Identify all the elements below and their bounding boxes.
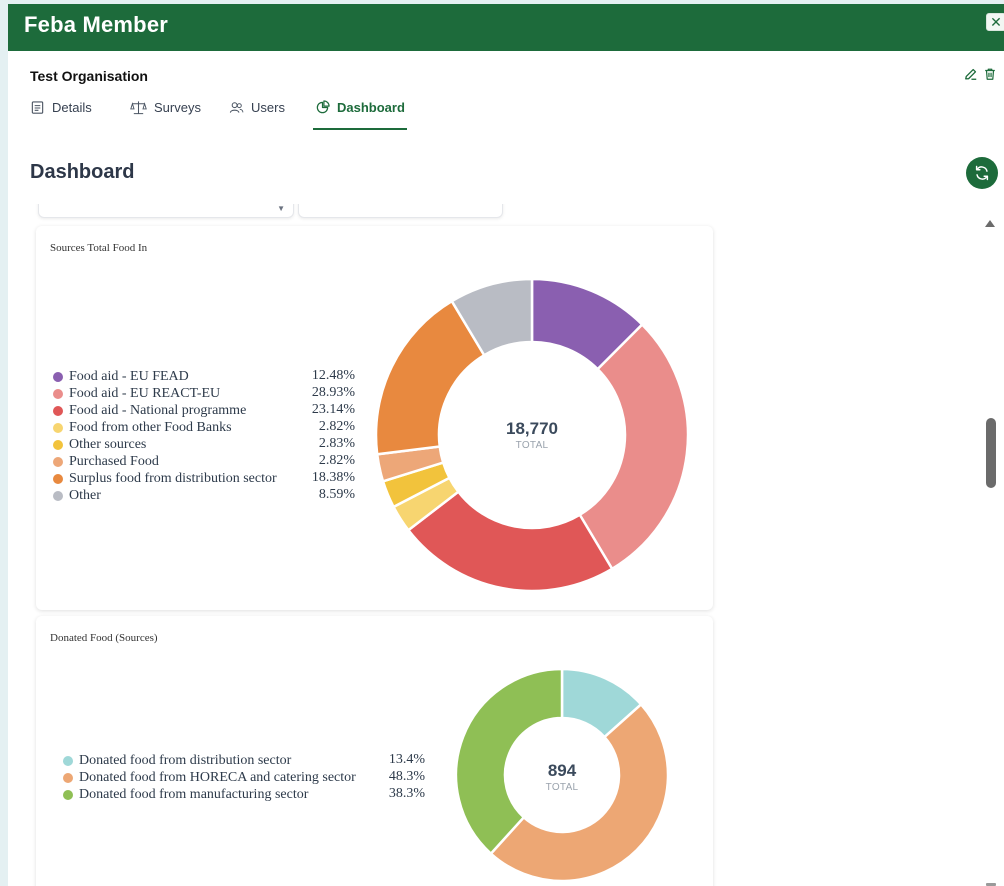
filter-dropdown[interactable]: ▼ xyxy=(38,204,294,218)
scrollbar-thumb[interactable] xyxy=(986,418,996,488)
organisation-actions xyxy=(964,66,997,82)
legend-swatch xyxy=(53,405,63,416)
tab-label: Users xyxy=(251,100,285,115)
legend-percent: 8.59% xyxy=(318,487,355,502)
legend-percent: 48.3% xyxy=(388,769,425,784)
legend-swatch xyxy=(53,456,63,467)
dashboard-scroll-area[interactable]: ▼ Sources Total Food In Food aid - EU FE… xyxy=(8,204,1004,886)
tab-label: Surveys xyxy=(154,100,201,115)
legend-percent: 18.38% xyxy=(311,470,355,485)
legend-percent: 2.83% xyxy=(318,436,355,451)
refresh-icon xyxy=(975,165,989,181)
legend-swatch xyxy=(63,789,73,800)
legend-item: Food aid - National programme 23.14% xyxy=(53,402,355,419)
legend-swatch xyxy=(53,388,63,399)
legend-percent: 13.4% xyxy=(388,752,425,767)
legend-item: Surplus food from distribution sector 18.… xyxy=(53,470,355,487)
legend-item: Food aid - EU FEAD 12.48% xyxy=(53,368,355,385)
legend-label: Other sources xyxy=(69,436,147,452)
scroll-up-arrow-icon[interactable] xyxy=(985,220,995,227)
total-value: 18,770 xyxy=(506,419,558,438)
legend-label: Donated food from HORECA and catering se… xyxy=(79,769,356,785)
tab-label: Dashboard xyxy=(337,100,405,115)
legend-swatch xyxy=(53,439,63,450)
total-value: 894 xyxy=(547,761,577,780)
total-label: TOTAL xyxy=(545,782,579,793)
modal-title: Feba Member xyxy=(24,12,169,37)
legend-label: Food aid - EU REACT-EU xyxy=(69,385,221,401)
feba-member-modal: Feba Member ✕ Test Organisation Details xyxy=(8,4,1004,886)
users-icon xyxy=(229,102,244,113)
legend-item: Food from other Food Banks 2.82% xyxy=(53,419,355,436)
chart-title: Sources Total Food In xyxy=(50,242,148,254)
chevron-down-icon: ▼ xyxy=(277,204,285,213)
edit-icon[interactable] xyxy=(964,66,978,82)
tab-details[interactable]: Details xyxy=(30,96,92,130)
legend-swatch xyxy=(53,473,63,484)
legend-item: Other sources 2.83% xyxy=(53,436,355,453)
refresh-button[interactable] xyxy=(966,157,998,189)
legend-swatch xyxy=(53,371,63,382)
total-label: TOTAL xyxy=(515,440,549,451)
legend-item: Purchased Food 2.82% xyxy=(53,453,355,470)
chart-card-sources-total-food-in: Sources Total Food In Food aid - EU FEAD… xyxy=(36,226,713,610)
chart-center-total: 18,770 TOTAL xyxy=(482,419,582,451)
legend-label: Donated food from manufacturing sector xyxy=(79,786,309,802)
legend-label: Purchased Food xyxy=(69,453,159,469)
legend-label: Surplus food from distribution sector xyxy=(69,470,277,486)
legend-label: Food aid - EU FEAD xyxy=(69,368,189,384)
pie-chart-icon xyxy=(316,100,330,114)
chart-center-total: 894 TOTAL xyxy=(522,761,602,793)
tab-dashboard[interactable]: Dashboard xyxy=(313,96,407,130)
modal-header: Feba Member ✕ xyxy=(8,4,1004,51)
chart-title: Donated Food (Sources) xyxy=(50,632,158,644)
legend-item: Donated food from distribution sector 13.… xyxy=(63,752,425,769)
legend-label: Other xyxy=(69,487,101,503)
close-icon: ✕ xyxy=(990,14,1002,30)
trash-icon[interactable] xyxy=(983,66,997,82)
document-icon xyxy=(31,101,44,114)
page-title: Dashboard xyxy=(30,161,135,183)
legend-item: Food aid - EU REACT-EU 28.93% xyxy=(53,385,355,402)
legend-item: Donated food from manufacturing sector 38… xyxy=(63,786,425,803)
tab-surveys[interactable]: Surveys xyxy=(130,96,201,130)
legend-swatch xyxy=(63,772,73,783)
tab-users[interactable]: Users xyxy=(229,96,285,130)
legend-label: Donated food from distribution sector xyxy=(79,752,292,768)
legend-percent: 12.48% xyxy=(311,368,355,383)
legend-item: Donated food from HORECA and catering se… xyxy=(63,769,425,786)
chart-card-donated-food-sources: Donated Food (Sources) Donated food from… xyxy=(36,616,713,886)
legend-swatch xyxy=(53,490,63,501)
legend-label: Food from other Food Banks xyxy=(69,419,232,435)
chart-legend: Food aid - EU FEAD 12.48% Food aid - EU RE… xyxy=(53,368,355,504)
filter-dropdown[interactable] xyxy=(298,204,503,218)
legend-percent: 23.14% xyxy=(311,402,355,417)
scale-icon xyxy=(130,101,147,115)
tab-label: Details xyxy=(52,100,92,115)
legend-label: Food aid - National programme xyxy=(69,402,247,418)
close-button[interactable]: ✕ xyxy=(986,13,1004,31)
legend-swatch xyxy=(63,755,73,766)
legend-percent: 38.3% xyxy=(388,786,425,801)
legend-item: Other 8.59% xyxy=(53,487,355,504)
legend-percent: 28.93% xyxy=(311,385,355,400)
legend-swatch xyxy=(53,422,63,433)
chart-legend: Donated food from distribution sector 13.… xyxy=(63,752,425,803)
legend-percent: 2.82% xyxy=(318,419,355,434)
legend-percent: 2.82% xyxy=(318,453,355,468)
organisation-name: Test Organisation xyxy=(30,68,148,84)
